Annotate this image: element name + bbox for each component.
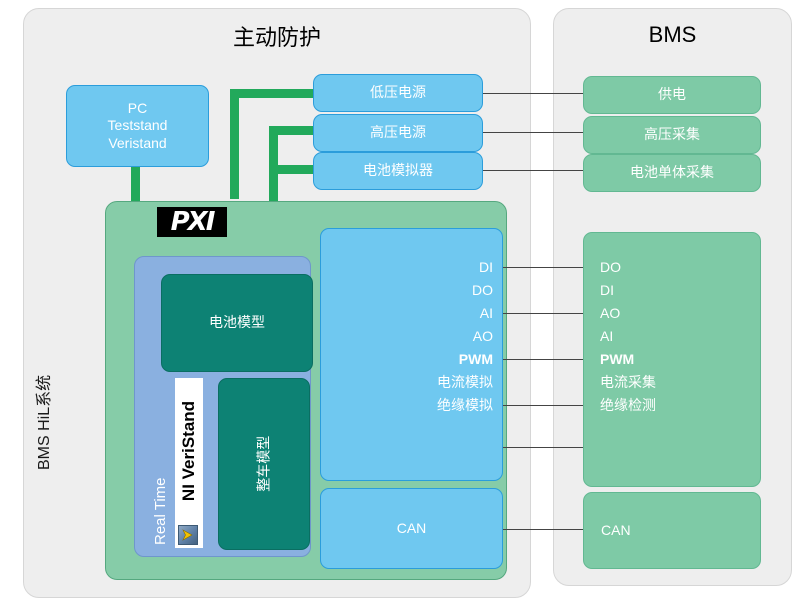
- box-power-supply[interactable]: 供电: [583, 76, 761, 114]
- pxi-io-signal: AI: [479, 305, 493, 321]
- box-high-voltage-supply[interactable]: 高压电源: [313, 114, 483, 152]
- pc-box-line2: Teststand: [107, 117, 168, 134]
- box-high-voltage-supply-label: 高压电源: [370, 124, 426, 141]
- connector-battery-sim: [483, 170, 583, 171]
- connector-io-2: [503, 313, 583, 314]
- box-power-supply-label: 供电: [658, 86, 686, 103]
- pxi-io-signal: DI: [479, 259, 493, 275]
- label-ni-veristand: NI VeriStand: [179, 400, 199, 501]
- connector-io-4: [503, 405, 583, 406]
- connector-io-1: [503, 267, 583, 268]
- ni-veristand-icon: [178, 525, 198, 545]
- box-battery-model-label: 电池模型: [209, 314, 265, 331]
- pxi-logo: PXI: [157, 207, 227, 237]
- pc-box-line1: PC: [127, 99, 148, 116]
- box-pxi-can[interactable]: CAN: [320, 488, 503, 569]
- label-real-time: Real Time: [152, 477, 169, 545]
- strip-ni-veristand: NI VeriStand: [175, 378, 203, 548]
- box-vehicle-model[interactable]: 整车模型: [218, 378, 310, 550]
- connector-io-3: [503, 359, 583, 360]
- box-pc-teststand-veristand[interactable]: PC Teststand Veristand: [66, 85, 209, 167]
- connector-can: [503, 529, 583, 530]
- pxi-io-signal: PWM: [458, 351, 493, 367]
- side-label-bms-hil: BMS HiL系统: [36, 374, 53, 470]
- panel-active-protection-title: 主动防护: [232, 25, 321, 50]
- wire-pc-to-pxi: [131, 167, 140, 202]
- bms-io-signal: AI: [600, 328, 614, 344]
- list-pxi-io-signals: DI DO AI AO PWM 电流模拟 绝缘模拟: [350, 256, 493, 417]
- box-hv-acquisition-label: 高压采集: [644, 126, 700, 143]
- pc-box-line3: Veristand: [108, 134, 167, 151]
- box-hv-acquisition[interactable]: 高压采集: [583, 116, 761, 154]
- box-vehicle-model-label: 整车模型: [255, 436, 272, 492]
- box-cell-acquisition[interactable]: 电池单体采集: [583, 154, 761, 192]
- box-battery-model[interactable]: 电池模型: [161, 274, 313, 372]
- connector-low-voltage: [483, 93, 583, 94]
- box-cell-acquisition-label: 电池单体采集: [630, 164, 714, 181]
- box-pxi-can-label: CAN: [396, 519, 427, 536]
- pxi-io-signal: AO: [472, 328, 493, 344]
- wire-branch-c-horizontal: [269, 165, 314, 174]
- bms-io-signal: AO: [600, 305, 621, 321]
- box-low-voltage-supply[interactable]: 低压电源: [313, 74, 483, 112]
- box-low-voltage-supply-label: 低压电源: [370, 84, 426, 101]
- box-bms-can[interactable]: CAN: [583, 492, 761, 569]
- wire-branch-b-horizontal: [269, 126, 314, 135]
- wire-branch-a-horizontal: [230, 89, 314, 98]
- panel-bms-title: BMS: [648, 22, 697, 47]
- bms-io-signal: DI: [600, 282, 614, 298]
- box-battery-simulator[interactable]: 电池模拟器: [313, 152, 483, 190]
- box-bms-can-label: CAN: [601, 521, 631, 538]
- pxi-io-signal: 绝缘模拟: [437, 397, 493, 413]
- pxi-io-signal: 电流模拟: [437, 374, 493, 390]
- wire-branch-a-vertical: [230, 89, 239, 199]
- connector-high-voltage: [483, 132, 583, 133]
- connector-io-5: [503, 447, 583, 448]
- bms-io-signal: PWM: [600, 351, 635, 367]
- pxi-io-signal: DO: [472, 282, 493, 298]
- bms-io-signal: 绝缘检测: [600, 397, 656, 413]
- bms-io-signal: DO: [600, 259, 621, 275]
- diagram-canvas: 主动防护 BMS BMS HiL系统 PC Teststand Veristan…: [0, 0, 800, 605]
- bms-io-signal: 电流采集: [600, 374, 656, 390]
- list-bms-io-signals: DO DI AO AI PWM 电流采集 绝缘检测: [600, 256, 750, 417]
- box-battery-simulator-label: 电池模拟器: [363, 162, 433, 179]
